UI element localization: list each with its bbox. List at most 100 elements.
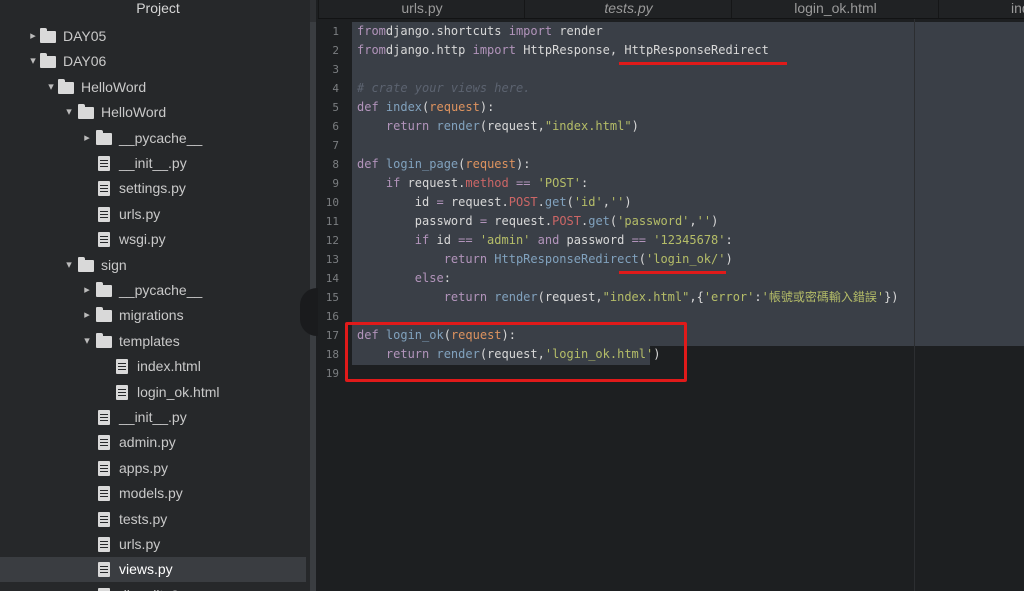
code-token: get: [588, 214, 610, 228]
file-icon: [98, 511, 110, 527]
tree-folder[interactable]: ▾ HelloWord: [0, 100, 306, 125]
tab-tests-py[interactable]: tests.py: [524, 0, 732, 18]
tree-item-label: wsgi.py: [119, 231, 166, 248]
tree-folder[interactable]: ▾ DAY06: [0, 49, 306, 74]
tree-item-label: apps.py: [119, 459, 169, 476]
code-line: def index(request):: [357, 98, 494, 117]
code-token: ):: [479, 100, 495, 114]
tree-file[interactable]: wsgi.py: [0, 227, 306, 252]
chevron-right-icon[interactable]: ▸: [81, 278, 93, 303]
line-number: 9: [332, 177, 339, 190]
line-number: 18: [325, 348, 339, 361]
code-token: POST: [552, 214, 581, 228]
line-number: 19: [325, 367, 339, 380]
tree-file[interactable]: urls.py: [0, 202, 306, 227]
code-token: return: [357, 290, 488, 304]
code-token: ,: [602, 195, 610, 209]
annotation-underline-login-ok-url: [619, 271, 726, 274]
tree-file[interactable]: apps.py: [0, 456, 306, 481]
line-number: 2: [332, 44, 339, 57]
tree-file[interactable]: index.html: [0, 354, 306, 379]
code-token: id: [357, 195, 437, 209]
file-icon: [98, 537, 110, 552]
tree-folder[interactable]: ▸ migrations: [0, 303, 306, 328]
tree-file[interactable]: views.py: [0, 557, 306, 583]
tab-bar: urls.py tests.py login_ok.html ind: [318, 0, 1024, 19]
tree-folder[interactable]: ▸ DAY05: [0, 24, 306, 49]
line-number: 16: [325, 310, 339, 323]
tree-folder[interactable]: ▾ sign: [0, 253, 306, 278]
chevron-down-icon[interactable]: ▾: [63, 253, 75, 278]
code-token: request: [465, 157, 516, 171]
tree-item-label: models.py: [119, 485, 183, 502]
code-token: 'error': [703, 290, 755, 304]
tree-file[interactable]: __init__.py: [0, 405, 306, 430]
code-token: ==: [458, 233, 473, 247]
code-token: (request,: [479, 119, 545, 133]
code-token: 'login_ok/': [646, 252, 726, 266]
folder-icon: [78, 256, 94, 272]
tree-item-label: __init__.py: [119, 409, 187, 425]
chevron-right-icon[interactable]: ▸: [81, 126, 93, 151]
code-token: :: [725, 233, 733, 247]
tree-file[interactable]: login_ok.html: [0, 380, 306, 405]
chevron-right-icon[interactable]: ▸: [81, 303, 93, 328]
code-line: return render(request,"index.html",{'err…: [357, 288, 899, 307]
tab-index-html[interactable]: ind: [938, 0, 1024, 18]
folder-icon: [96, 332, 112, 348]
line-number: 5: [332, 101, 339, 114]
folder-icon: [96, 307, 112, 323]
code-token: if: [357, 176, 401, 190]
code-token: (: [566, 195, 574, 209]
tree-item-label: templates: [119, 332, 180, 349]
line-number: 6: [332, 120, 339, 133]
tab-label: urls.py: [401, 0, 443, 16]
tree-item-label: migrations: [119, 307, 184, 324]
tree-item-label: admin.py: [119, 434, 176, 451]
code-token: import: [508, 24, 553, 38]
code-token: method: [465, 176, 509, 190]
tree-item-label: DAY06: [63, 53, 107, 70]
chevron-down-icon[interactable]: ▾: [81, 329, 93, 354]
code-token: ==: [631, 233, 647, 247]
tree-folder[interactable]: ▸ __pycache__: [0, 126, 306, 151]
line-number: 7: [332, 139, 339, 152]
chevron-down-icon[interactable]: ▾: [63, 100, 75, 125]
code-token: django.shortcuts: [385, 24, 509, 38]
tab-urls-py[interactable]: urls.py: [318, 0, 525, 18]
code-line: fromdjango.shortcuts import render: [357, 22, 603, 41]
tree-folder[interactable]: ▸ __pycache__: [0, 278, 306, 303]
tree-item-label: __pycache__: [119, 129, 203, 146]
chevron-down-icon[interactable]: ▾: [45, 75, 57, 100]
tree-file[interactable]: settings.py: [0, 176, 306, 201]
tree-folder[interactable]: ▾ templates: [0, 329, 306, 354]
tree-item-label: login_ok.html: [137, 383, 220, 400]
chevron-right-icon[interactable]: ▸: [27, 24, 39, 49]
tree-file[interactable]: urls.py: [0, 532, 306, 557]
tree-file[interactable]: tests.py: [0, 507, 306, 532]
tree-file[interactable]: models.py: [0, 481, 306, 506]
tab-label: tests.py: [604, 0, 653, 16]
code-line: return HttpResponseRedirect('login_ok/'): [357, 250, 733, 269]
tree-folder[interactable]: ▾ HelloWord: [0, 75, 306, 100]
code-token: from: [357, 43, 386, 57]
code-line: if id == 'admin' and password == '123456…: [357, 231, 733, 250]
tree-file[interactable]: admin.py: [0, 430, 306, 455]
code-token: index: [378, 100, 423, 114]
file-icon: [98, 206, 110, 222]
code-token: import: [472, 43, 516, 57]
tree-file[interactable]: __init__.py: [0, 151, 306, 176]
code-line: if request.method == 'POST':: [357, 174, 588, 193]
code-token: render: [429, 119, 480, 133]
code-token: }): [884, 290, 899, 304]
chevron-down-icon[interactable]: ▾: [27, 49, 39, 74]
code-token: :: [754, 290, 762, 304]
line-number: 3: [332, 63, 339, 76]
code-token: def: [357, 100, 379, 114]
tree-file[interactable]: db.sqlite3: [0, 583, 306, 591]
tree-item-label: db.sqlite3: [119, 583, 179, 591]
tab-login-ok-html[interactable]: login_ok.html: [731, 0, 939, 18]
line-number: 11: [325, 215, 339, 228]
code-token: # crate your views here.: [357, 81, 531, 95]
code-token: '帳號或密碼輸入錯誤': [761, 290, 885, 304]
